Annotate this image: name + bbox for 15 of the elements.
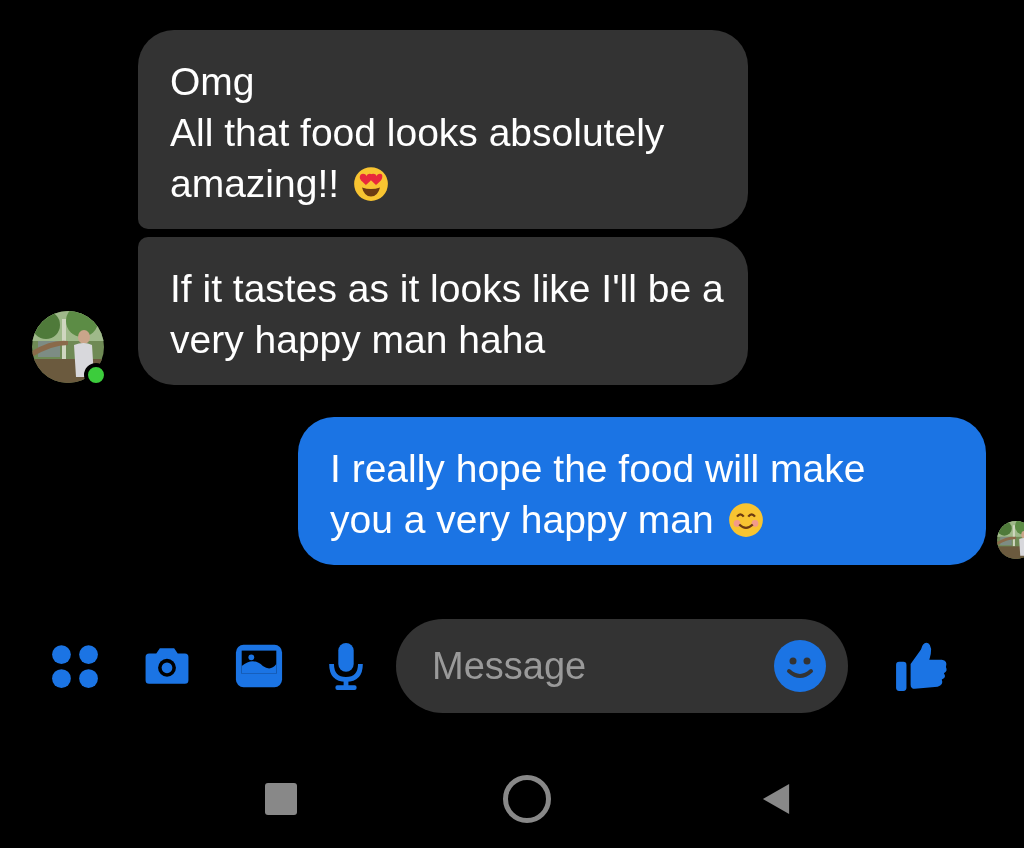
back-button[interactable] xyxy=(761,781,791,817)
message-text: If it tastes as it looks like I'll be a xyxy=(170,266,724,312)
smiling-emoji-icon xyxy=(727,501,764,538)
message-text: you a very happy man xyxy=(330,497,714,543)
home-button[interactable] xyxy=(503,775,551,823)
microphone-icon[interactable] xyxy=(326,641,366,691)
message-field[interactable]: Message xyxy=(396,619,848,713)
emoji-icon[interactable] xyxy=(774,640,826,692)
message-text: amazing!! xyxy=(170,161,340,207)
heart-eyes-emoji-icon xyxy=(353,165,390,202)
message-text: All that food looks absolutely xyxy=(170,110,665,156)
message-input[interactable]: Message xyxy=(430,643,774,689)
message-text: I really hope the food will make xyxy=(330,446,866,492)
message-text: Omg xyxy=(170,59,255,105)
message-text: very happy man haha xyxy=(170,317,546,363)
